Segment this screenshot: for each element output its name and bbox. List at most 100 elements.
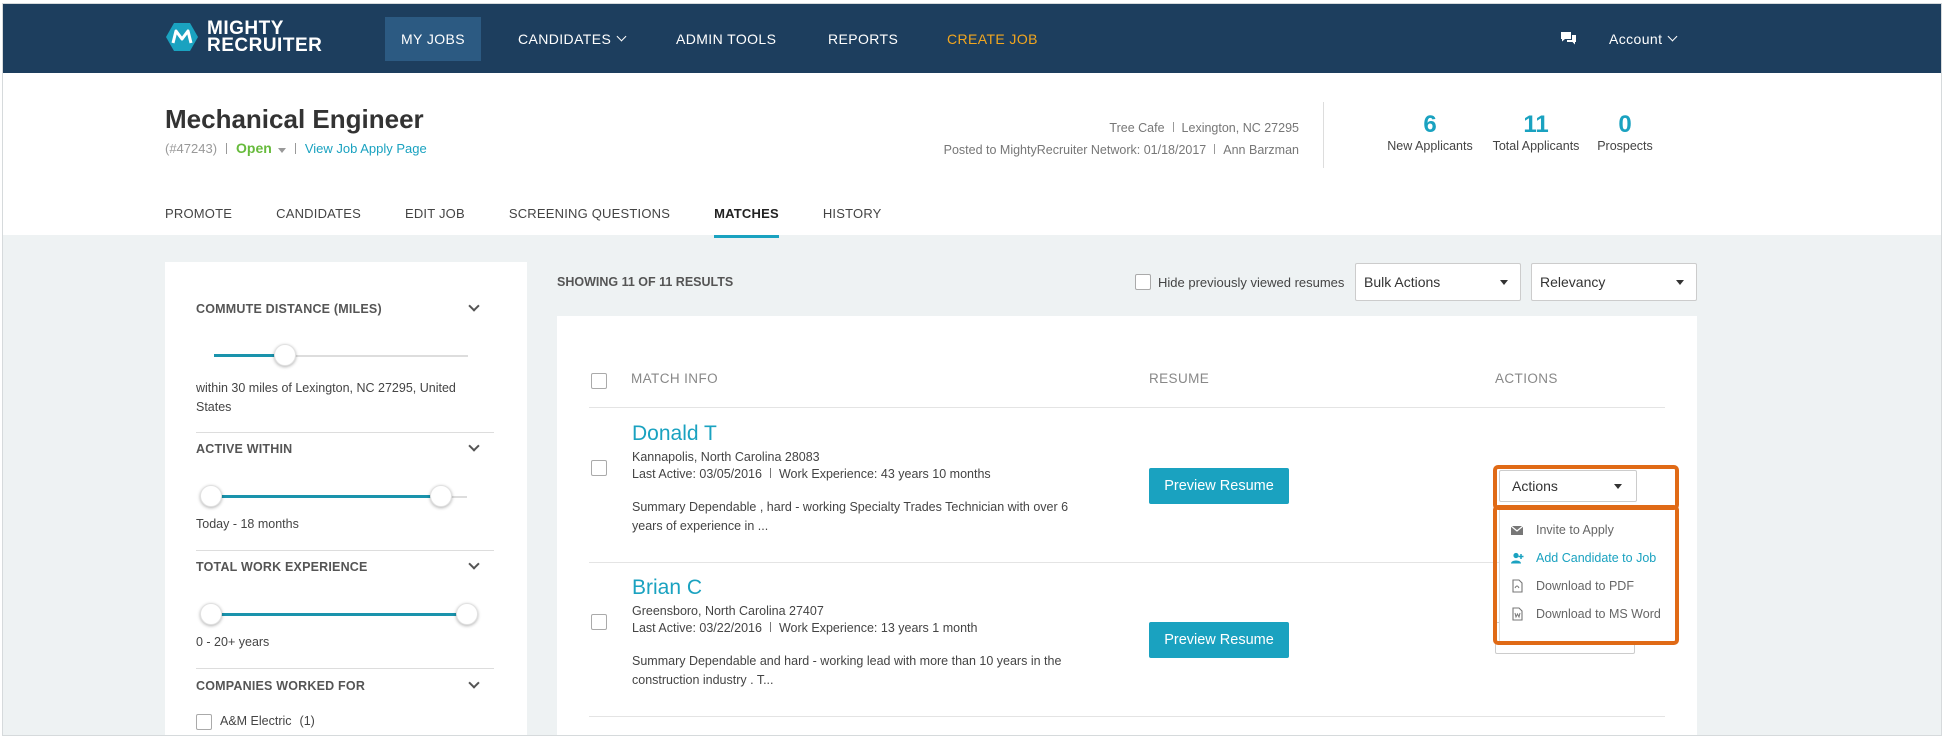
divider [196, 432, 494, 433]
candidate-summary: Summary Dependable and hard - working le… [632, 654, 1062, 687]
active-slider-max-handle[interactable] [430, 485, 453, 507]
company-name: Tree Cafe [1109, 121, 1165, 135]
nav-create-job[interactable]: CREATE JOB [947, 4, 1038, 73]
experience-text: 0 - 20+ years [196, 635, 270, 649]
chevron-down-icon [616, 31, 627, 41]
sort-select[interactable]: Relevancy [1531, 263, 1697, 301]
candidate-location: Greensboro, North Carolina 27407 [632, 604, 824, 618]
company-option[interactable]: A&M Electric (1) [196, 712, 315, 731]
stat-label: New Applicants [1387, 139, 1473, 153]
commute-text: within 30 miles of Lexington, NC 27295, … [196, 381, 456, 414]
logo[interactable]: MIGHTY RECRUITER [165, 19, 323, 56]
divider [1172, 122, 1174, 132]
experience-slider-min-handle[interactable] [200, 603, 222, 625]
candidate-checkbox[interactable] [591, 614, 607, 630]
experience-slider-max-handle[interactable] [456, 603, 478, 625]
active-slider-fill [211, 495, 442, 498]
stat-value: 0 [1618, 111, 1632, 138]
stat-total-applicants[interactable]: 11 Total Applicants [1487, 111, 1585, 153]
caret-down-icon [1676, 280, 1684, 285]
sort-value: Relevancy [1540, 274, 1606, 290]
account-label: Account [1609, 30, 1663, 47]
company-checkbox[interactable] [196, 713, 212, 730]
hide-viewed-label: Hide previously viewed resumes [1158, 274, 1345, 290]
page-title: Mechanical Engineer [165, 104, 424, 134]
tab-history[interactable]: HISTORY [823, 206, 882, 229]
candidate-activity: Last Active: 03/05/2016 Work Experience: … [632, 466, 991, 483]
nav-my-jobs-label: MY JOBS [401, 31, 466, 47]
bulk-actions-select[interactable]: Bulk Actions [1355, 263, 1521, 301]
stat-label: Total Applicants [1492, 139, 1580, 153]
tab-matches[interactable]: MATCHES [714, 206, 779, 238]
candidate-activity: Last Active: 03/22/2016 Work Experience: … [632, 620, 977, 637]
job-status-dropdown[interactable]: Open [236, 140, 286, 156]
chevron-down-icon [1667, 31, 1678, 41]
active-text: Today - 18 months [196, 517, 299, 531]
work-experience: Work Experience: 43 years 10 months [778, 467, 991, 481]
logo-mark-icon [165, 22, 199, 52]
tab-candidates[interactable]: CANDIDATES [276, 206, 361, 229]
experience-slider-fill [211, 613, 467, 616]
preview-resume-button[interactable]: Preview Resume [1149, 468, 1289, 504]
candidate-name-link[interactable]: Brian C [632, 576, 702, 600]
poster-name: Ann Barzman [1223, 143, 1299, 157]
active-slider-min-handle[interactable] [200, 485, 222, 507]
nav-admin-tools[interactable]: ADMIN TOOLS [676, 4, 776, 73]
last-active: Last Active: 03/05/2016 [632, 467, 762, 481]
divider [196, 668, 494, 669]
job-meta: Tree Cafe Lexington, NC 27295 Posted to M… [944, 117, 1299, 161]
filter-experience: TOTAL WORK EXPERIENCE [196, 558, 496, 574]
hide-viewed-toggle[interactable]: Hide previously viewed resumes [1135, 274, 1344, 290]
candidate-name-link[interactable]: Donald T [632, 422, 717, 446]
filter-experience-title[interactable]: TOTAL WORK EXPERIENCE [196, 560, 496, 574]
preview-resume-button[interactable]: Preview Resume [1149, 622, 1289, 658]
job-status-label: Open [236, 140, 272, 156]
stat-value: 11 [1523, 111, 1549, 138]
filter-companies-title[interactable]: COMPANIES WORKED FOR [196, 679, 496, 693]
col-header-resume: RESUME [1149, 371, 1210, 386]
divider [589, 716, 1665, 717]
job-location: Lexington, NC 27295 [1181, 121, 1299, 135]
divider [769, 468, 771, 478]
nav-admin-tools-label: ADMIN TOOLS [676, 30, 777, 47]
divider [589, 407, 1665, 408]
stat-new-applicants[interactable]: 6 New Applicants [1383, 111, 1477, 153]
stat-prospects[interactable]: 0 Prospects [1593, 111, 1657, 153]
hide-viewed-checkbox[interactable] [1135, 274, 1151, 290]
nav-candidates-label: CANDIDATES [518, 30, 612, 47]
divider [769, 622, 771, 632]
select-all-checkbox[interactable] [591, 373, 607, 389]
col-header-match-info: MATCH INFO [631, 371, 718, 386]
filter-active-title[interactable]: ACTIVE WITHIN [196, 442, 496, 456]
stat-value: 6 [1423, 111, 1437, 138]
filter-sidebar: COMMUTE DISTANCE (MILES) within 30 miles… [165, 262, 527, 735]
header-divider [1323, 102, 1324, 168]
last-active: Last Active: 03/22/2016 [632, 621, 762, 635]
nav-reports-label: REPORTS [828, 30, 899, 47]
highlight-outline [1493, 465, 1679, 510]
account-menu[interactable]: Account [1609, 4, 1678, 73]
tab-promote[interactable]: PROMOTE [165, 206, 232, 229]
bulk-actions-value: Bulk Actions [1364, 274, 1441, 290]
view-apply-page-link[interactable]: View Job Apply Page [305, 141, 427, 156]
job-tabs: PROMOTE CANDIDATES EDIT JOB SCREENING QU… [165, 206, 926, 238]
job-subline: (#47243) Open View Job Apply Page [165, 140, 427, 156]
top-nav: MIGHTY RECRUITER MY JOBS CANDIDATES ADMI… [3, 4, 1941, 73]
nav-candidates[interactable]: CANDIDATES [518, 4, 627, 73]
nav-my-jobs[interactable]: MY JOBS [385, 17, 482, 61]
candidate-checkbox[interactable] [591, 460, 607, 476]
filter-commute-title[interactable]: COMMUTE DISTANCE (MILES) [196, 302, 496, 316]
posted-info: Posted to MightyRecruiter Network: 01/18… [943, 143, 1207, 157]
nav-reports[interactable]: REPORTS [828, 4, 898, 73]
results-count: SHOWING 11 OF 11 RESULTS [557, 275, 734, 289]
stat-label: Prospects [1597, 139, 1653, 153]
highlight-outline [1493, 505, 1679, 645]
commute-slider-handle[interactable] [274, 344, 297, 366]
company-option-label: A&M Electric [220, 714, 292, 728]
chat-bubbles-icon[interactable] [1560, 31, 1577, 45]
tab-edit-job[interactable]: EDIT JOB [405, 206, 465, 229]
tab-screening-questions[interactable]: SCREENING QUESTIONS [509, 206, 670, 229]
caret-down-icon [1500, 280, 1508, 285]
app-window: MIGHTY RECRUITER MY JOBS CANDIDATES ADMI… [2, 3, 1942, 736]
logo-line2: RECRUITER [207, 35, 323, 56]
